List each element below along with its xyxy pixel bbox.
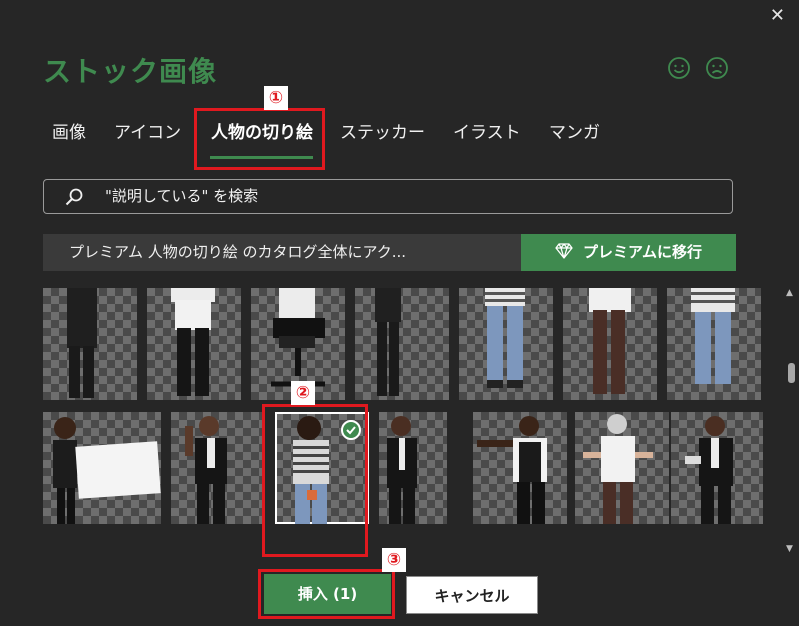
scroll-up-icon[interactable]: ▲ <box>786 288 793 298</box>
search-box[interactable]: "説明している" を検索 <box>43 179 733 214</box>
scroll-thumb[interactable] <box>788 363 795 383</box>
search-icon <box>65 188 83 206</box>
annotation-number-3: ③ <box>382 548 406 572</box>
image-tile[interactable] <box>563 288 657 400</box>
person-cutout-image <box>53 417 161 524</box>
annotation-number-2: ② <box>291 381 315 405</box>
person-cutout-image <box>691 288 735 384</box>
person-cutout-image <box>685 416 733 524</box>
category-tabs: 画像 アイコン 人物の切り絵 ステッカー イラスト マンガ <box>0 118 799 158</box>
close-icon: ✕ <box>769 5 785 26</box>
image-tile[interactable] <box>667 288 761 400</box>
go-premium-label: プレミアムに移行 <box>583 243 702 261</box>
search-input[interactable]: "説明している" を検索 <box>105 180 258 213</box>
person-cutout-image <box>375 288 401 396</box>
image-tile[interactable] <box>671 412 763 524</box>
image-tile[interactable] <box>473 412 567 524</box>
premium-message: プレミアム 人物の切り絵 のカタログ全体にアク... <box>69 243 407 261</box>
image-tile[interactable] <box>171 412 265 524</box>
person-cutout-image <box>477 416 547 524</box>
annotation-number-1: ① <box>264 86 288 110</box>
person-cutout-image <box>485 288 525 388</box>
close-button[interactable]: ✕ <box>770 6 785 26</box>
selected-check-icon <box>341 420 361 440</box>
gallery-scrollbar[interactable]: ▲ ▼ <box>784 288 798 556</box>
tab-images[interactable]: 画像 <box>52 118 86 148</box>
frown-feedback-icon[interactable] <box>705 56 729 80</box>
person-cutout-image <box>171 288 215 396</box>
person-cutout-image <box>185 416 227 524</box>
person-cutout-image <box>589 288 631 394</box>
cancel-button[interactable]: キャンセル <box>406 576 538 614</box>
scroll-down-icon[interactable]: ▼ <box>786 544 793 554</box>
image-tile[interactable] <box>459 288 553 400</box>
tab-stickers[interactable]: ステッカー <box>340 118 425 148</box>
tab-icons[interactable]: アイコン <box>114 118 181 148</box>
person-cutout-image <box>387 416 417 524</box>
image-tile-selected[interactable] <box>275 412 369 524</box>
image-tile[interactable] <box>43 288 137 400</box>
image-tile[interactable] <box>147 288 241 400</box>
active-tab-indicator <box>210 156 313 159</box>
image-tile[interactable] <box>575 412 669 524</box>
go-premium-button[interactable]: プレミアムに移行 <box>521 234 736 271</box>
insert-button[interactable]: 挿入 (1) <box>264 574 391 614</box>
image-tile[interactable] <box>43 412 161 524</box>
tab-manga[interactable]: マンガ <box>549 118 600 148</box>
tab-illustrations[interactable]: イラスト <box>453 118 521 148</box>
image-tile[interactable] <box>355 288 449 400</box>
person-cutout-image <box>67 288 97 398</box>
image-gallery <box>43 288 763 558</box>
dialog-title: ストック画像 <box>43 55 218 88</box>
person-cutout-image <box>583 414 653 524</box>
smile-feedback-icon[interactable] <box>667 56 691 80</box>
tab-cutout-people[interactable]: 人物の切り絵 <box>211 118 313 148</box>
image-tile[interactable] <box>379 412 447 524</box>
premium-banner: プレミアム 人物の切り絵 のカタログ全体にアク... プレミアムに移行 <box>43 234 736 271</box>
diamond-icon <box>555 243 573 259</box>
